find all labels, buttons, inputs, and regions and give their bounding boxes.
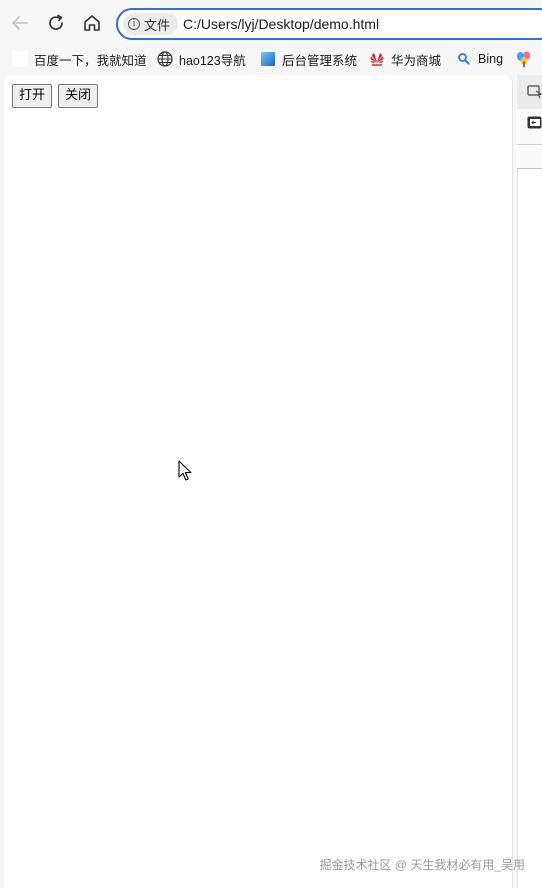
huawei-logo-icon — [369, 51, 385, 67]
bookmark-hao123[interactable]: hao123导航 — [157, 49, 246, 69]
page-viewport: 打开 关闭 — [4, 75, 513, 888]
search-icon — [456, 51, 472, 67]
side-panel — [517, 75, 542, 888]
reload-button[interactable] — [43, 10, 69, 36]
bookmark-label: 华为商城 — [391, 53, 442, 68]
bookmark-overflow[interactable] — [516, 49, 532, 69]
home-button[interactable] — [79, 10, 105, 36]
bookmark-admin[interactable]: 后台管理系统 — [260, 49, 357, 69]
home-icon — [84, 15, 100, 31]
globe-icon — [157, 51, 173, 67]
bookmark-label: hao123导航 — [179, 53, 246, 68]
watermark: 掘金技术社区 @ 天生我材必有用_吴用 — [319, 858, 525, 872]
device-emulation-icon[interactable] — [527, 84, 542, 99]
navigation-bar: i 文件 C:/Users/lyj/Desktop/demo.html — [0, 0, 542, 48]
reload-icon — [49, 14, 63, 30]
browser-window: i 文件 C:/Users/lyj/Desktop/demo.html 百度一下… — [0, 0, 542, 888]
bookmark-bing[interactable]: Bing — [456, 49, 503, 69]
bookmark-huawei[interactable]: 华为商城 — [369, 49, 441, 69]
blue-gradient-icon — [260, 51, 276, 67]
dock-panel-icon[interactable] — [527, 115, 542, 130]
mouse-pointer-icon — [178, 460, 192, 481]
info-icon: i — [128, 18, 140, 30]
bookmark-label: 百度一下，我就知道 — [34, 53, 147, 68]
side-panel-divider — [517, 144, 542, 145]
open-button[interactable]: 打开 — [12, 84, 53, 108]
bookmarks-bar: 百度一下，我就知道 hao123导航 后台管理系统 华为商城 Bing — [0, 48, 542, 70]
colorful-leaf-icon — [516, 51, 532, 67]
blank-page-icon — [12, 51, 28, 67]
side-panel-body — [517, 169, 542, 888]
bookmark-label: 后台管理系统 — [282, 53, 358, 68]
bookmark-baidu[interactable]: 百度一下，我就知道 — [12, 49, 147, 69]
site-info-label: 文件 — [144, 17, 171, 33]
address-bar[interactable]: i 文件 C:/Users/lyj/Desktop/demo.html — [116, 8, 542, 40]
site-info-button[interactable]: i 文件 — [123, 13, 179, 35]
url-text[interactable]: C:/Users/lyj/Desktop/demo.html — [183, 16, 379, 32]
back-arrow-icon — [12, 16, 28, 30]
bookmark-label: Bing — [478, 52, 504, 66]
back-button[interactable] — [7, 10, 33, 36]
close-button[interactable]: 关闭 — [58, 84, 99, 108]
